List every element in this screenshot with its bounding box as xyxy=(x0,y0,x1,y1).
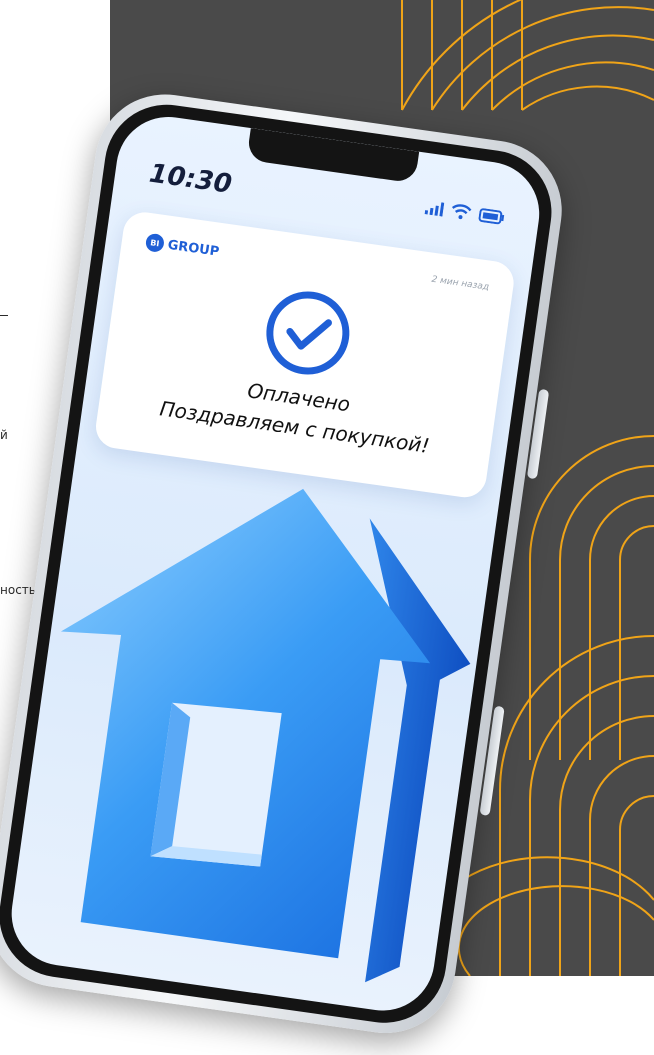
left-text-fragment-2: ность xyxy=(0,583,36,597)
status-time: 10:30 xyxy=(147,158,234,200)
signal-icon xyxy=(424,202,445,217)
bi-group-logo: BI GROUP xyxy=(144,232,221,261)
house-icon xyxy=(60,488,471,983)
logo-badge: BI xyxy=(144,232,166,254)
left-text-fragment-1: й xyxy=(0,428,8,442)
status-icons xyxy=(424,199,505,226)
logo-text: GROUP xyxy=(166,237,221,260)
check-circle-icon xyxy=(266,291,350,375)
notification-time: 2 мин назад xyxy=(430,274,490,293)
wifi-icon xyxy=(451,204,472,220)
divider-line xyxy=(0,315,8,316)
battery-icon xyxy=(478,208,505,225)
